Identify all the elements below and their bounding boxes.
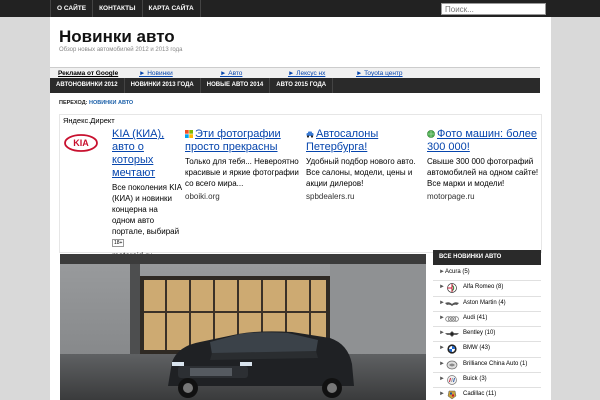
sidebar-title: ВСЕ НОВИНКИ АВТО [433, 250, 541, 265]
category-nav-2014[interactable]: НОВЫЕ АВТО 2014 [201, 78, 271, 93]
top-nav-sitemap[interactable]: КАРТА САЙТА [143, 0, 201, 17]
ad-photos-headline[interactable]: Эти фотографии просто прекрасны [185, 128, 303, 154]
ad-kia-text: Все поколения KIA (КИА) и новинки концер… [112, 182, 182, 248]
brand-item-audi[interactable]: ► Audi (41) [433, 312, 541, 328]
ad-kia-headline[interactable]: KIA (КИА), авто о которых мечтают [112, 128, 182, 180]
bentley-logo-icon [445, 331, 459, 338]
svg-text:KIA: KIA [73, 138, 89, 148]
brand-label[interactable]: Aston Martin (4) [463, 300, 506, 306]
brand-item-bmw[interactable]: ► BMW (43) [433, 342, 541, 358]
cadillac-logo-icon [447, 391, 457, 400]
kia-logo-icon[interactable]: KIA [64, 134, 98, 152]
audi-logo-icon [445, 316, 459, 322]
brand-item-cadillac[interactable]: ► Cadillac (11) [433, 388, 541, 400]
bmw-logo-icon [447, 344, 457, 355]
ad-motorpage-headline-text[interactable]: Фото машин: более 300 000! [427, 128, 537, 153]
ad-kia: KIA (КИА), авто о которых мечтают Все по… [112, 128, 182, 260]
ad-dealers-headline-text[interactable]: Автосалоны Петербурга! [306, 128, 378, 153]
brand-list: ► Acura (5) ► Alfa Romeo (8) ► Aston Mar… [433, 266, 541, 400]
category-nav-2013[interactable]: НОВИНКИ 2013 ГОДА [125, 78, 201, 93]
breadcrumb-prefix: ПЕРЕХОД: [59, 100, 88, 106]
ad-photos: Эти фотографии просто прекрасны Только д… [185, 128, 303, 201]
brand-label[interactable]: Alfa Romeo (8) [463, 284, 503, 290]
page-container: Новинки авто Обзор новых автомобилей 201… [50, 17, 551, 400]
brand-item-buick[interactable]: ► Buick (3) [433, 373, 541, 389]
top-nav: О САЙТЕ КОНТАКТЫ КАРТА САЙТА [50, 0, 201, 17]
brilliance-logo-icon [446, 360, 458, 370]
brand-label[interactable]: Audi (41) [463, 315, 487, 321]
brand-item-brilliance[interactable]: ► Brilliance China Auto (1) [433, 358, 541, 374]
brand-label[interactable]: BMW (43) [463, 345, 490, 351]
category-nav-2012[interactable]: АВТОНОВИНКИ 2012 [50, 78, 125, 93]
hero-car-image[interactable] [60, 254, 426, 400]
ad-photos-headline-text[interactable]: Эти фотографии просто прекрасны [185, 128, 281, 153]
breadcrumb-current[interactable]: НОВИНКИ АВТО [89, 100, 133, 106]
breadcrumb: ПЕРЕХОД: НОВИНКИ АВТО [59, 100, 133, 106]
age-rating-badge: 18+ [112, 238, 125, 247]
category-nav: АВТОНОВИНКИ 2012 НОВИНКИ 2013 ГОДА НОВЫЕ… [50, 78, 540, 93]
category-nav-2015[interactable]: АВТО 2015 ГОДА [270, 78, 334, 93]
car-icon [306, 131, 314, 138]
aston-martin-logo-icon [445, 301, 459, 306]
brand-label[interactable]: Acura (5) [445, 269, 470, 275]
buick-logo-icon [447, 375, 457, 385]
yandex-direct-title[interactable]: Яндекс.Директ [63, 116, 115, 125]
ad-motorpage-headline[interactable]: Фото машин: более 300 000! [427, 128, 540, 154]
ad-photos-domain[interactable]: oboiki.org [185, 192, 303, 201]
volvo-suv-photo [60, 254, 426, 400]
brand-label[interactable]: Buick (3) [463, 376, 487, 382]
brand-label[interactable]: Brilliance China Auto (1) [463, 361, 527, 367]
brand-label[interactable]: Cadillac (11) [463, 391, 496, 397]
search-input[interactable] [441, 3, 546, 15]
yandex-direct-block: Яндекс.Директ KIA KIA (КИА), авто о кото… [59, 114, 542, 260]
ad-motorpage-domain[interactable]: motorpage.ru [427, 192, 540, 201]
ad-motorpage: Фото машин: более 300 000! Свыше 300 000… [427, 128, 540, 201]
windows-icon [185, 130, 193, 139]
ad-dealers-text: Удобный подбор нового авто. Все салоны, … [306, 157, 416, 188]
brand-item-aston-martin[interactable]: ► Aston Martin (4) [433, 297, 541, 312]
ad-dealers-domain[interactable]: spbdealers.ru [306, 192, 423, 201]
brand-label[interactable]: Bentley (10) [463, 330, 495, 336]
ad-dealers-headline[interactable]: Автосалоны Петербурга! [306, 128, 423, 154]
brand-item-alfa-romeo[interactable]: ► Alfa Romeo (8) [433, 281, 541, 297]
alfa-romeo-logo-icon [447, 283, 457, 294]
ad-dealers: Автосалоны Петербурга! Удобный подбор но… [306, 128, 423, 201]
ad-kia-text-body: Все поколения KIA (КИА) и новинки концер… [112, 183, 182, 236]
brand-item-acura[interactable]: ► Acura (5) [433, 266, 541, 282]
globe-icon [427, 130, 435, 138]
top-bar: О САЙТЕ КОНТАКТЫ КАРТА САЙТА [0, 0, 600, 17]
top-nav-about[interactable]: О САЙТЕ [50, 0, 94, 17]
ad-motorpage-text: Свыше 300 000 фотографий автомобилей на … [427, 157, 539, 188]
ad-photos-text: Только для тебя... Невероятно красивые и… [185, 157, 299, 188]
top-nav-contacts[interactable]: КОНТАКТЫ [93, 0, 143, 17]
brand-item-bentley[interactable]: ► Bentley (10) [433, 327, 541, 343]
site-title[interactable]: Новинки авто [59, 27, 175, 47]
site-description: Обзор новых автомобилей 2012 и 2013 года [59, 47, 183, 53]
